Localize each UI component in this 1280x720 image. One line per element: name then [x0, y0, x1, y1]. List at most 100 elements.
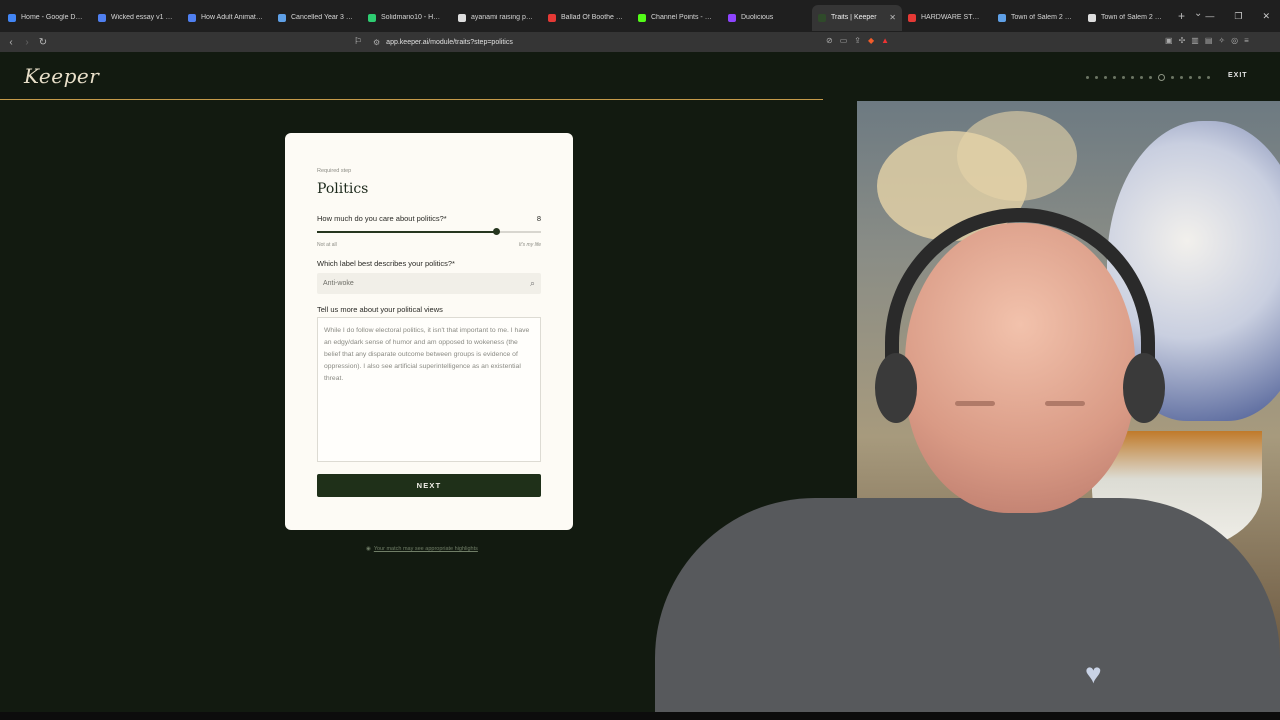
browser-tab[interactable]: Ballad Of Boothe (Karao	[542, 5, 632, 31]
forward-icon[interactable]: ›	[19, 37, 35, 48]
extension-icon[interactable]: ▣	[1165, 36, 1173, 45]
tab-favicon-icon	[998, 13, 1006, 22]
step-dot[interactable]	[1171, 76, 1174, 79]
step-dot[interactable]	[1207, 76, 1210, 79]
privacy-note-link[interactable]: Your match may see appropriate highlight…	[374, 546, 478, 552]
tab-close-icon[interactable]: ✕	[889, 13, 896, 22]
header-progress-line	[0, 99, 823, 100]
tab-favicon-icon	[728, 13, 736, 22]
step-dot[interactable]	[1095, 76, 1098, 79]
menu-icon[interactable]: ≡	[1244, 36, 1249, 45]
next-button[interactable]: NEXT	[317, 474, 541, 497]
politics-label-value: Anti-woke	[323, 280, 354, 287]
tab-title: Wicked essay v1 - Goog	[111, 14, 173, 21]
tab-favicon-icon	[278, 13, 286, 22]
tab-favicon-icon	[638, 13, 646, 22]
tab-favicon-icon	[98, 13, 106, 22]
new-tab-button[interactable]: +	[1178, 9, 1185, 23]
tab-title: Channel Points - Kick Da	[651, 14, 713, 21]
views-question-label: Tell us more about your political views	[317, 305, 443, 314]
tab-title: How Adult Animation Ca	[201, 14, 263, 21]
step-dot[interactable]	[1189, 76, 1192, 79]
search-icon: ⌕	[529, 278, 535, 288]
close-window-button[interactable]: ✕	[1262, 11, 1270, 22]
tab-title: HARDWARE STORE - "W	[921, 14, 983, 21]
camera-off-icon[interactable]: ⊘	[826, 36, 833, 45]
minimize-button[interactable]: —	[1205, 11, 1214, 21]
tab-title: Solidmario10 - Hobbyist	[381, 14, 443, 21]
address-actions: ⊘ ▭ ⇪ ◆ ▲	[826, 36, 889, 45]
step-dot[interactable]	[1086, 76, 1089, 79]
tab-title: Traits | Keeper	[831, 14, 877, 21]
step-dot[interactable]	[1149, 76, 1152, 79]
tab-title: Ballad Of Boothe (Karao	[561, 14, 623, 21]
care-slider-thumb[interactable]	[492, 228, 500, 235]
browser-tab[interactable]: ayanami raising project	[452, 5, 542, 31]
restore-button[interactable]: ❐	[1234, 11, 1242, 22]
tab-list: Home - Google Drive Wicked essay v1 - Goo…	[2, 2, 1172, 31]
tab-favicon-icon	[188, 13, 196, 22]
tab-title: Town of Salem 2 Outper	[1101, 14, 1163, 21]
step-dot[interactable]	[1113, 76, 1116, 79]
headset-band	[885, 208, 1155, 368]
privacy-note: ◉ Your match may see appropriate highlig…	[366, 546, 478, 552]
step-dot[interactable]	[1122, 76, 1125, 79]
tab-favicon-icon	[1088, 13, 1096, 22]
tab-title: Cancelled Year 3 Franch	[291, 14, 353, 21]
reload-icon[interactable]: ↻	[35, 37, 51, 48]
bookmark-icon[interactable]: ⚐	[354, 36, 362, 47]
slider-max-label: It's my life	[518, 242, 541, 248]
address-bar: ‹ › ↻ ⚐ ⚙ app.keeper.ai/module/traits?st…	[0, 32, 1280, 52]
site-info-icon[interactable]: ⚙	[373, 38, 380, 47]
browser-tab[interactable]: Cancelled Year 3 Franch	[272, 5, 362, 31]
tab-favicon-icon	[458, 13, 466, 22]
political-views-textarea[interactable]: While I do follow electoral politics, it…	[317, 317, 541, 462]
step-dot[interactable]	[1131, 76, 1134, 79]
browser-tab[interactable]: Traits | Keeper ✕	[812, 4, 902, 31]
care-slider[interactable]	[317, 228, 541, 235]
rewards-icon[interactable]: ▲	[881, 36, 889, 45]
keeper-logo[interactable]: Keeper	[24, 64, 99, 88]
browser-tab[interactable]: Channel Points - Kick Da	[632, 5, 722, 31]
page-title: Politics	[317, 181, 369, 197]
browser-tab[interactable]: Duolicious	[722, 5, 812, 31]
required-step-label: Required step	[317, 168, 352, 174]
leo-icon[interactable]: ✧	[1218, 36, 1225, 45]
browser-tab[interactable]: Wicked essay v1 - Goog	[92, 5, 182, 31]
step-dot[interactable]	[1140, 76, 1143, 79]
sidebar-icon[interactable]: ▥	[1191, 36, 1199, 45]
tab-favicon-icon	[8, 13, 16, 22]
brow-left	[955, 401, 995, 406]
cast-icon[interactable]: ▭	[840, 36, 848, 45]
browser-tab[interactable]: How Adult Animation Ca	[182, 5, 272, 31]
brave-shield-icon[interactable]: ◆	[868, 36, 874, 45]
eye-icon: ◉	[366, 546, 371, 552]
browser-tab[interactable]: Town of Salem 2 on Stea	[992, 5, 1082, 31]
browser-tab[interactable]: Home - Google Drive	[2, 5, 92, 31]
tab-favicon-icon	[368, 13, 376, 22]
step-dot[interactable]	[1180, 76, 1183, 79]
vpn-icon[interactable]: ◎	[1231, 36, 1238, 45]
url-field[interactable]: ⚙ app.keeper.ai/module/traits?step=polit…	[373, 35, 513, 49]
browser-tab[interactable]: Town of Salem 2 Outper	[1082, 5, 1172, 31]
browser-tab[interactable]: HARDWARE STORE - "W	[902, 5, 992, 31]
exit-button[interactable]: EXIT	[1228, 72, 1248, 79]
back-icon[interactable]: ‹	[3, 37, 19, 48]
share-icon[interactable]: ⇪	[854, 36, 861, 45]
politics-label-select[interactable]: Anti-woke ⌕	[317, 273, 541, 294]
tab-search-icon[interactable]: ⌄	[1194, 8, 1202, 19]
step-progress-dots	[1086, 74, 1210, 81]
tab-title: Town of Salem 2 on Stea	[1011, 14, 1073, 21]
step-dot[interactable]	[1104, 76, 1107, 79]
browser-tab[interactable]: Solidmario10 - Hobbyist	[362, 5, 452, 31]
headset-earcup-right	[1123, 353, 1165, 423]
slider-min-label: Not at all	[317, 242, 337, 248]
toolbar-icons: ▣ ✣ ▥ ▤ ✧ ◎ ≡	[1165, 36, 1249, 45]
tab-favicon-icon	[818, 13, 826, 22]
step-dot[interactable]	[1198, 76, 1201, 79]
tab-title: Home - Google Drive	[21, 14, 83, 21]
puzzle-icon[interactable]: ✣	[1179, 36, 1186, 45]
webcam-overlay: ♥	[655, 168, 1280, 712]
step-dot[interactable]	[1158, 74, 1165, 81]
wallet-icon[interactable]: ▤	[1205, 36, 1213, 45]
